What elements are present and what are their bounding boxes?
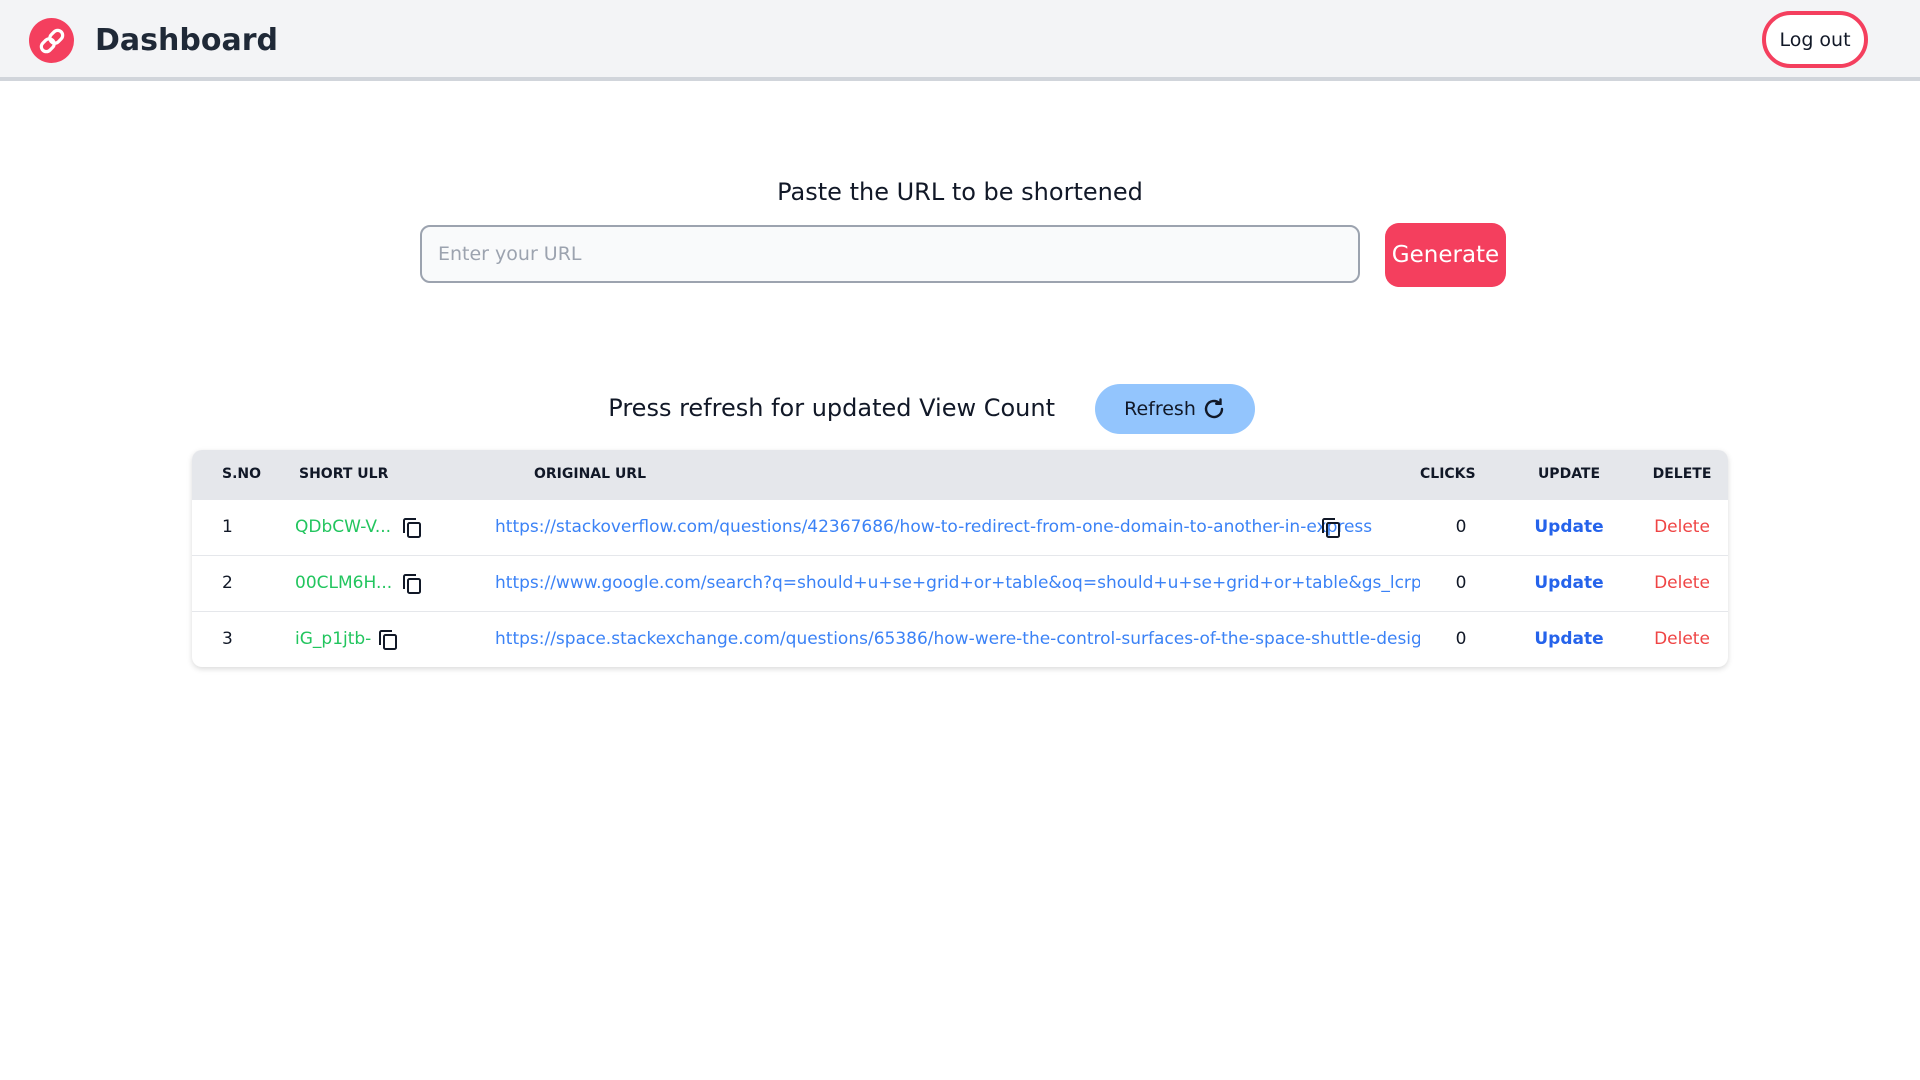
delete-button[interactable]: Delete [1642,556,1722,611]
original-url-link[interactable]: https://space.stackexchange.com/question… [495,612,1420,667]
logout-button[interactable]: Log out [1762,11,1868,68]
table-row: 3 iG_p1jtb- https://space.stackexchange.… [192,611,1728,667]
table-row: 2 00CLM6H... https://www.google.com/sear… [192,555,1728,611]
url-form-label: Paste the URL to be shortened [777,178,1143,206]
delete-button[interactable]: Delete [1642,612,1722,667]
refresh-button[interactable]: Refresh [1095,384,1255,434]
row-sno: 1 [222,517,233,537]
url-input[interactable] [420,225,1360,283]
copy-icon[interactable] [1319,516,1343,540]
original-url-link[interactable]: https://stackoverflow.com/questions/4236… [495,500,1372,555]
clicks-count: 0 [1455,517,1467,537]
generate-button[interactable]: Generate [1385,223,1506,287]
chain-link-icon[interactable] [29,18,74,63]
copy-icon[interactable] [400,516,424,540]
short-url-link[interactable]: 00CLM6H... [295,556,405,611]
row-sno: 2 [222,573,233,593]
column-header-short-url: SHORT ULR [299,466,389,482]
update-button[interactable]: Update [1529,500,1609,555]
top-navbar: Dashboard Log out [0,0,1920,81]
refresh-hint-text: Press refresh for updated View Count [608,394,1055,422]
update-button[interactable]: Update [1529,612,1609,667]
update-button[interactable]: Update [1529,556,1609,611]
column-header-original-url: ORIGINAL URL [534,466,647,482]
clicks-count: 0 [1455,573,1467,593]
copy-icon[interactable] [400,572,424,596]
original-url-link[interactable]: https://www.google.com/search?q=should+u… [495,556,1420,611]
refresh-button-label: Refresh [1124,398,1196,420]
row-sno: 3 [222,629,233,649]
table-row: 1 QDbCW-V... https://stackoverflow.com/q… [192,499,1728,555]
short-url-link[interactable]: QDbCW-V... [295,500,405,555]
column-header-clicks: CLICKS [1420,466,1476,482]
column-header-delete: DELETE [1652,466,1712,482]
table-header: S.NO SHORT ULR ORIGINAL URL CLICKS UPDAT… [192,450,1728,499]
urls-table: S.NO SHORT ULR ORIGINAL URL CLICKS UPDAT… [192,450,1728,667]
clicks-count: 0 [1455,629,1467,649]
column-header-sno: S.NO [222,466,262,482]
delete-button[interactable]: Delete [1642,500,1722,555]
refresh-icon [1202,397,1226,421]
column-header-update: UPDATE [1537,466,1601,482]
copy-icon[interactable] [376,628,400,652]
page-title: Dashboard [95,23,278,58]
